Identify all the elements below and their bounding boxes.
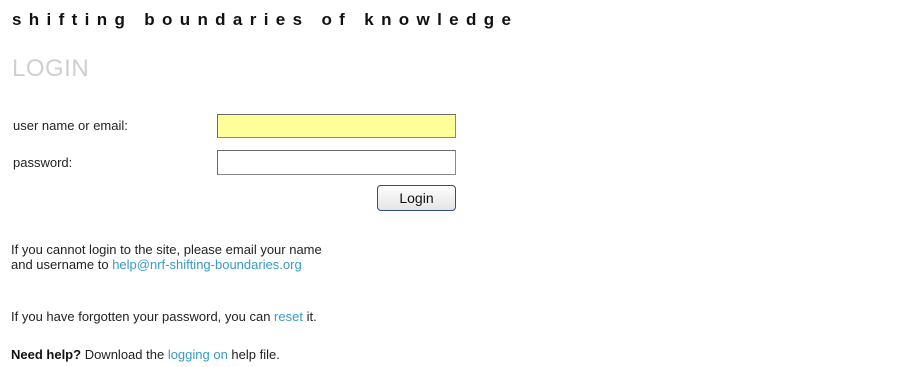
need-help-prefix: Download the [81, 347, 168, 362]
password-label: password: [13, 155, 73, 170]
username-input[interactable] [217, 114, 456, 138]
need-help-bold: Need help? [11, 347, 82, 362]
forgot-prefix: If you have forgotten your password, you… [11, 309, 275, 324]
username-label: user name or email: [13, 118, 128, 133]
need-help-text: Need help? Download the logging on help … [11, 347, 280, 362]
need-help-suffix: help file. [227, 347, 280, 362]
cannot-login-line1: If you cannot login to the site, please … [11, 242, 322, 257]
forgot-suffix: it. [302, 309, 317, 324]
cannot-login-text: If you cannot login to the site, please … [11, 242, 322, 272]
logging-on-help-link[interactable]: logging on [168, 347, 228, 362]
forgot-password-text: If you have forgotten your password, you… [11, 309, 317, 324]
reset-password-link[interactable]: reset [274, 309, 303, 324]
site-tagline: shifting boundaries of knowledge [12, 10, 519, 29]
password-input[interactable] [217, 150, 456, 175]
login-button[interactable]: Login [377, 185, 456, 211]
page-title: LOGIN [12, 55, 90, 82]
cannot-login-line2-prefix: and username to [11, 257, 113, 272]
help-email-link[interactable]: help@nrf-shifting-boundaries.org [112, 257, 302, 272]
